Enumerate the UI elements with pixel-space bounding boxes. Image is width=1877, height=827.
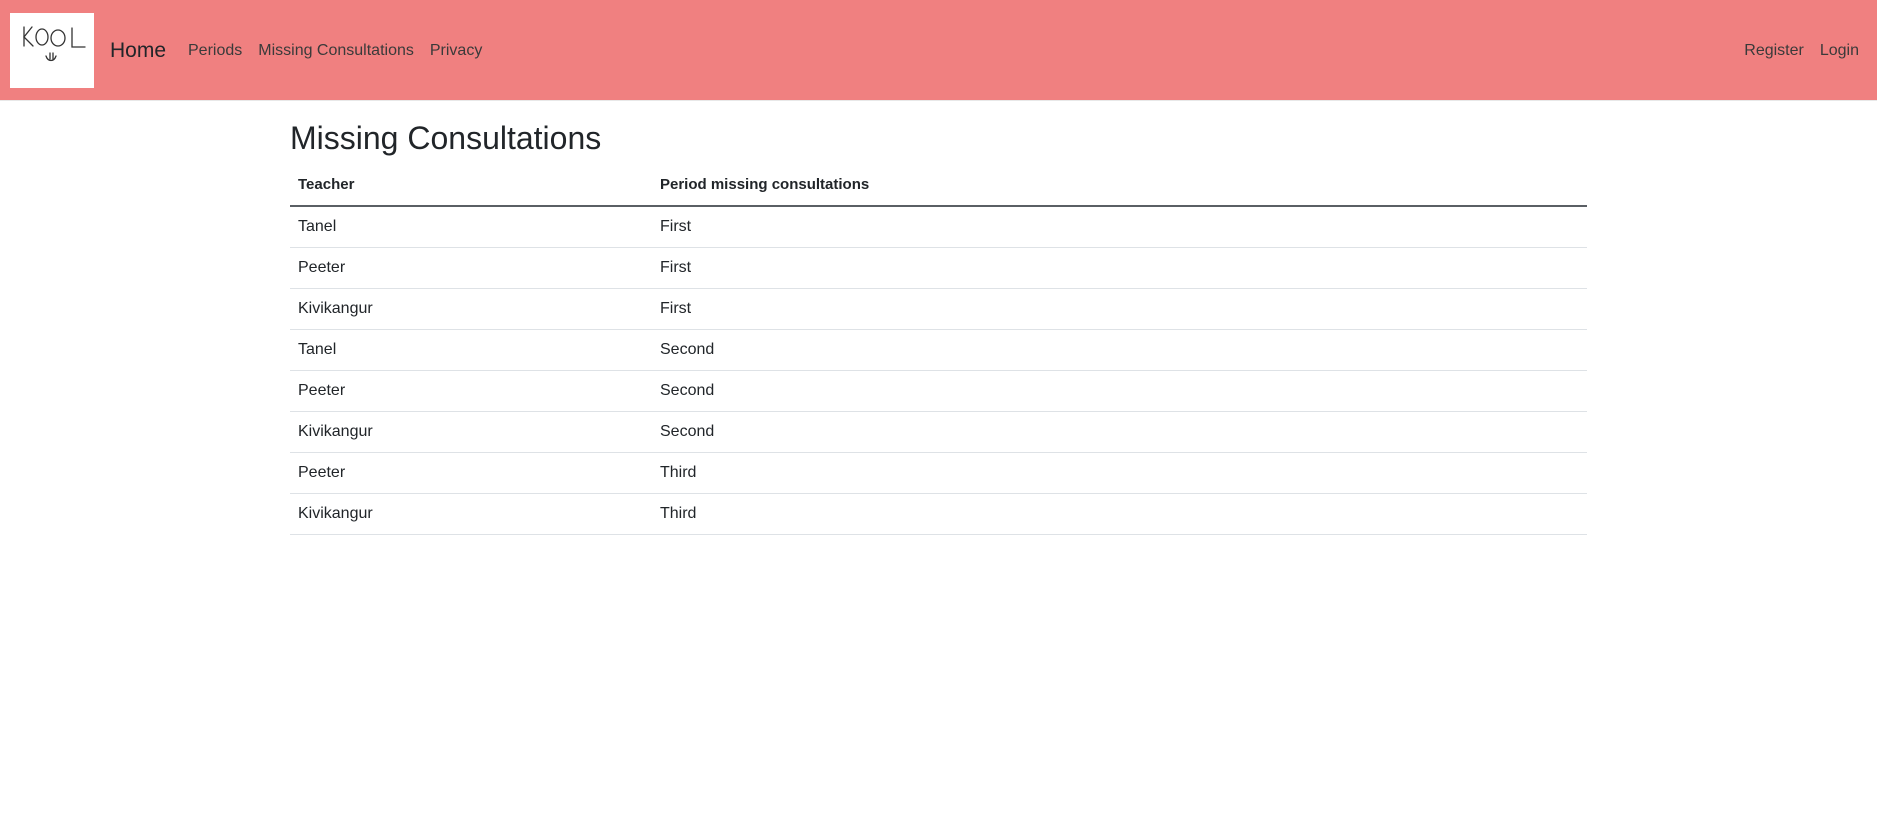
home-link[interactable]: Home: [110, 38, 166, 64]
missing-consultations-table: Teacher Period missing consultations Tan…: [290, 164, 1587, 535]
cell-teacher: Peeter: [290, 370, 652, 412]
table-row: Peeter First: [290, 247, 1587, 289]
cell-teacher: Kivikangur: [290, 288, 652, 330]
header-period: Period missing consultations: [652, 164, 1587, 207]
nav-login[interactable]: Login: [1812, 40, 1867, 62]
table-row: Tanel Second: [290, 329, 1587, 371]
top-navbar: Home Periods Missing Consultations Priva…: [0, 0, 1877, 101]
table-row: Tanel First: [290, 206, 1587, 248]
cell-period: First: [652, 288, 1587, 330]
cell-period: First: [652, 247, 1587, 289]
main-nav: Periods Missing Consultations Privacy: [180, 40, 490, 62]
cell-teacher: Peeter: [290, 247, 652, 289]
cell-period: First: [652, 206, 1587, 248]
nav-periods[interactable]: Periods: [180, 40, 250, 62]
cell-period: Second: [652, 370, 1587, 412]
page-title: Missing Consultations: [290, 120, 602, 156]
nav-register[interactable]: Register: [1736, 40, 1812, 62]
kool-logo[interactable]: [10, 13, 94, 88]
header-teacher: Teacher: [290, 164, 652, 207]
table-row: Peeter Third: [290, 452, 1587, 494]
table-row: Peeter Second: [290, 370, 1587, 412]
cell-teacher: Kivikangur: [290, 411, 652, 453]
nav-missing-consultations[interactable]: Missing Consultations: [250, 40, 422, 62]
table-header-row: Teacher Period missing consultations: [290, 164, 1587, 207]
cell-teacher: Tanel: [290, 206, 652, 248]
cell-period: Second: [652, 411, 1587, 453]
cell-period: Second: [652, 329, 1587, 371]
cell-period: Third: [652, 493, 1587, 535]
logo-image: [23, 26, 86, 62]
cell-teacher: Peeter: [290, 452, 652, 494]
cell-period: Third: [652, 452, 1587, 494]
cell-teacher: Kivikangur: [290, 493, 652, 535]
table-row: Kivikangur Second: [290, 411, 1587, 453]
nav-privacy[interactable]: Privacy: [422, 40, 490, 62]
table-row: Kivikangur First: [290, 288, 1587, 330]
account-nav: Register Login: [1736, 40, 1867, 62]
cell-teacher: Tanel: [290, 329, 652, 371]
table-row: Kivikangur Third: [290, 493, 1587, 535]
